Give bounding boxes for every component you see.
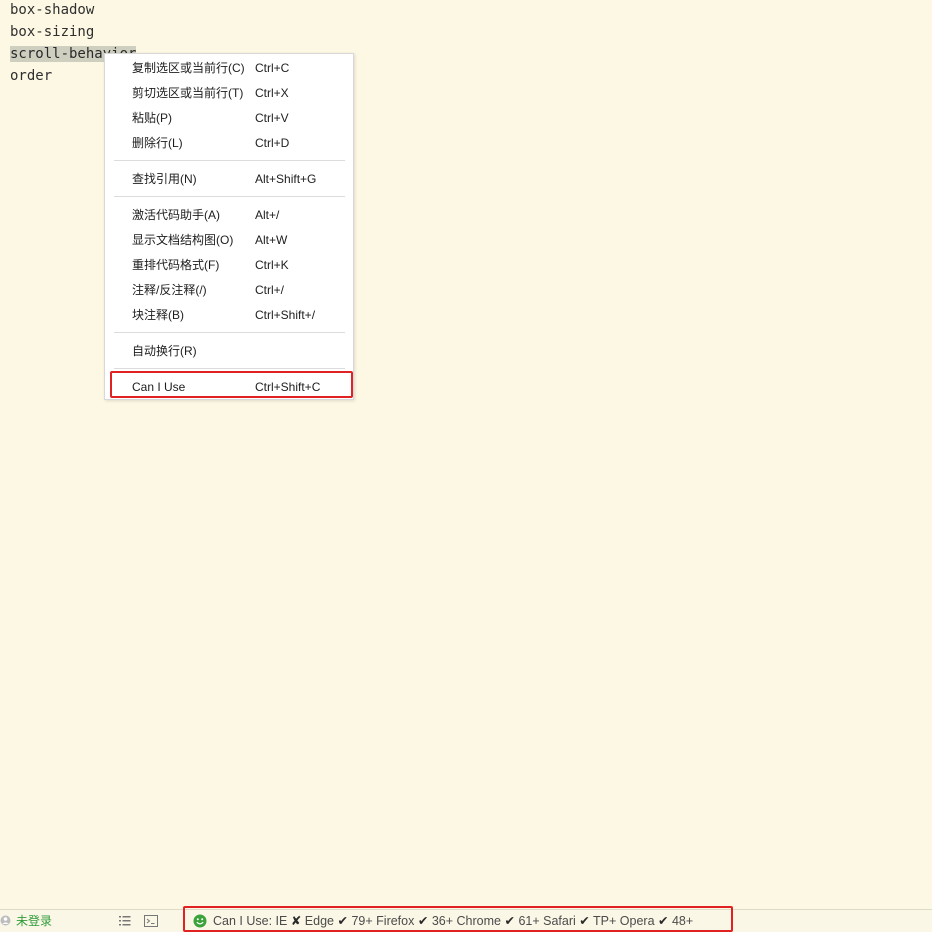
menu-separator bbox=[114, 196, 345, 197]
menu-item-shortcut: Ctrl+D bbox=[255, 136, 290, 150]
menu-item-shortcut: Alt+/ bbox=[255, 208, 280, 222]
code-line[interactable]: order bbox=[10, 66, 52, 88]
menu-item-label: 显示文档结构图(O) bbox=[132, 233, 234, 247]
menu-item-shortcut: Ctrl+X bbox=[255, 86, 289, 100]
menu-item-label: 复制选区或当前行(C) bbox=[132, 61, 245, 75]
menu-item-shortcut: Ctrl+/ bbox=[255, 283, 285, 297]
highlight-box bbox=[183, 906, 733, 932]
menu-item-label: 查找引用(N) bbox=[132, 172, 197, 186]
menu-item-code-assist[interactable]: 激活代码助手(A) Alt+/ bbox=[105, 203, 355, 227]
menu-item-toggle-comment[interactable]: 注释/反注释(/) Ctrl+/ bbox=[105, 278, 355, 302]
menu-item-label: 激活代码助手(A) bbox=[132, 208, 220, 222]
menu-item-label: 粘贴(P) bbox=[132, 111, 172, 125]
outline-icon[interactable] bbox=[118, 914, 132, 928]
login-status[interactable]: 未登录 bbox=[16, 913, 52, 929]
user-icon[interactable] bbox=[0, 915, 11, 926]
menu-item-label: 重排代码格式(F) bbox=[132, 258, 220, 272]
menu-item-paste[interactable]: 粘贴(P) Ctrl+V bbox=[105, 106, 355, 130]
menu-item-shortcut: Alt+Shift+G bbox=[255, 172, 317, 186]
code-line[interactable]: box-sizing bbox=[10, 22, 94, 44]
menu-item-label: 剪切选区或当前行(T) bbox=[132, 86, 244, 100]
menu-item-format-code[interactable]: 重排代码格式(F) Ctrl+K bbox=[105, 253, 355, 277]
terminal-icon[interactable] bbox=[144, 914, 158, 928]
menu-item-block-comment[interactable]: 块注释(B) Ctrl+Shift+/ bbox=[105, 303, 355, 327]
menu-item-shortcut: Ctrl+C bbox=[255, 61, 290, 75]
menu-item-word-wrap[interactable]: 自动换行(R) bbox=[105, 339, 355, 363]
menu-separator bbox=[114, 160, 345, 161]
menu-item-shortcut: Ctrl+K bbox=[255, 258, 289, 272]
menu-separator bbox=[114, 332, 345, 333]
menu-item-label: 块注释(B) bbox=[132, 308, 184, 322]
menu-item-label: 自动换行(R) bbox=[132, 344, 197, 358]
menu-item-find-references[interactable]: 查找引用(N) Alt+Shift+G bbox=[105, 167, 355, 191]
menu-item-shortcut: Ctrl+V bbox=[255, 111, 289, 125]
highlight-box bbox=[110, 371, 353, 398]
menu-item-shortcut: Alt+W bbox=[255, 233, 288, 247]
menu-item-cut[interactable]: 剪切选区或当前行(T) Ctrl+X bbox=[105, 81, 355, 105]
code-line[interactable]: box-shadow bbox=[10, 0, 94, 22]
menu-item-shortcut: Ctrl+Shift+/ bbox=[255, 308, 316, 322]
menu-item-delete-line[interactable]: 删除行(L) Ctrl+D bbox=[105, 131, 355, 155]
menu-item-label: 注释/反注释(/) bbox=[132, 283, 207, 297]
context-menu: 复制选区或当前行(C) Ctrl+C 剪切选区或当前行(T) Ctrl+X 粘贴… bbox=[104, 53, 354, 400]
menu-item-outline[interactable]: 显示文档结构图(O) Alt+W bbox=[105, 228, 355, 252]
menu-item-copy[interactable]: 复制选区或当前行(C) Ctrl+C bbox=[105, 56, 355, 80]
menu-separator bbox=[114, 368, 345, 369]
menu-item-label: 删除行(L) bbox=[132, 136, 183, 150]
